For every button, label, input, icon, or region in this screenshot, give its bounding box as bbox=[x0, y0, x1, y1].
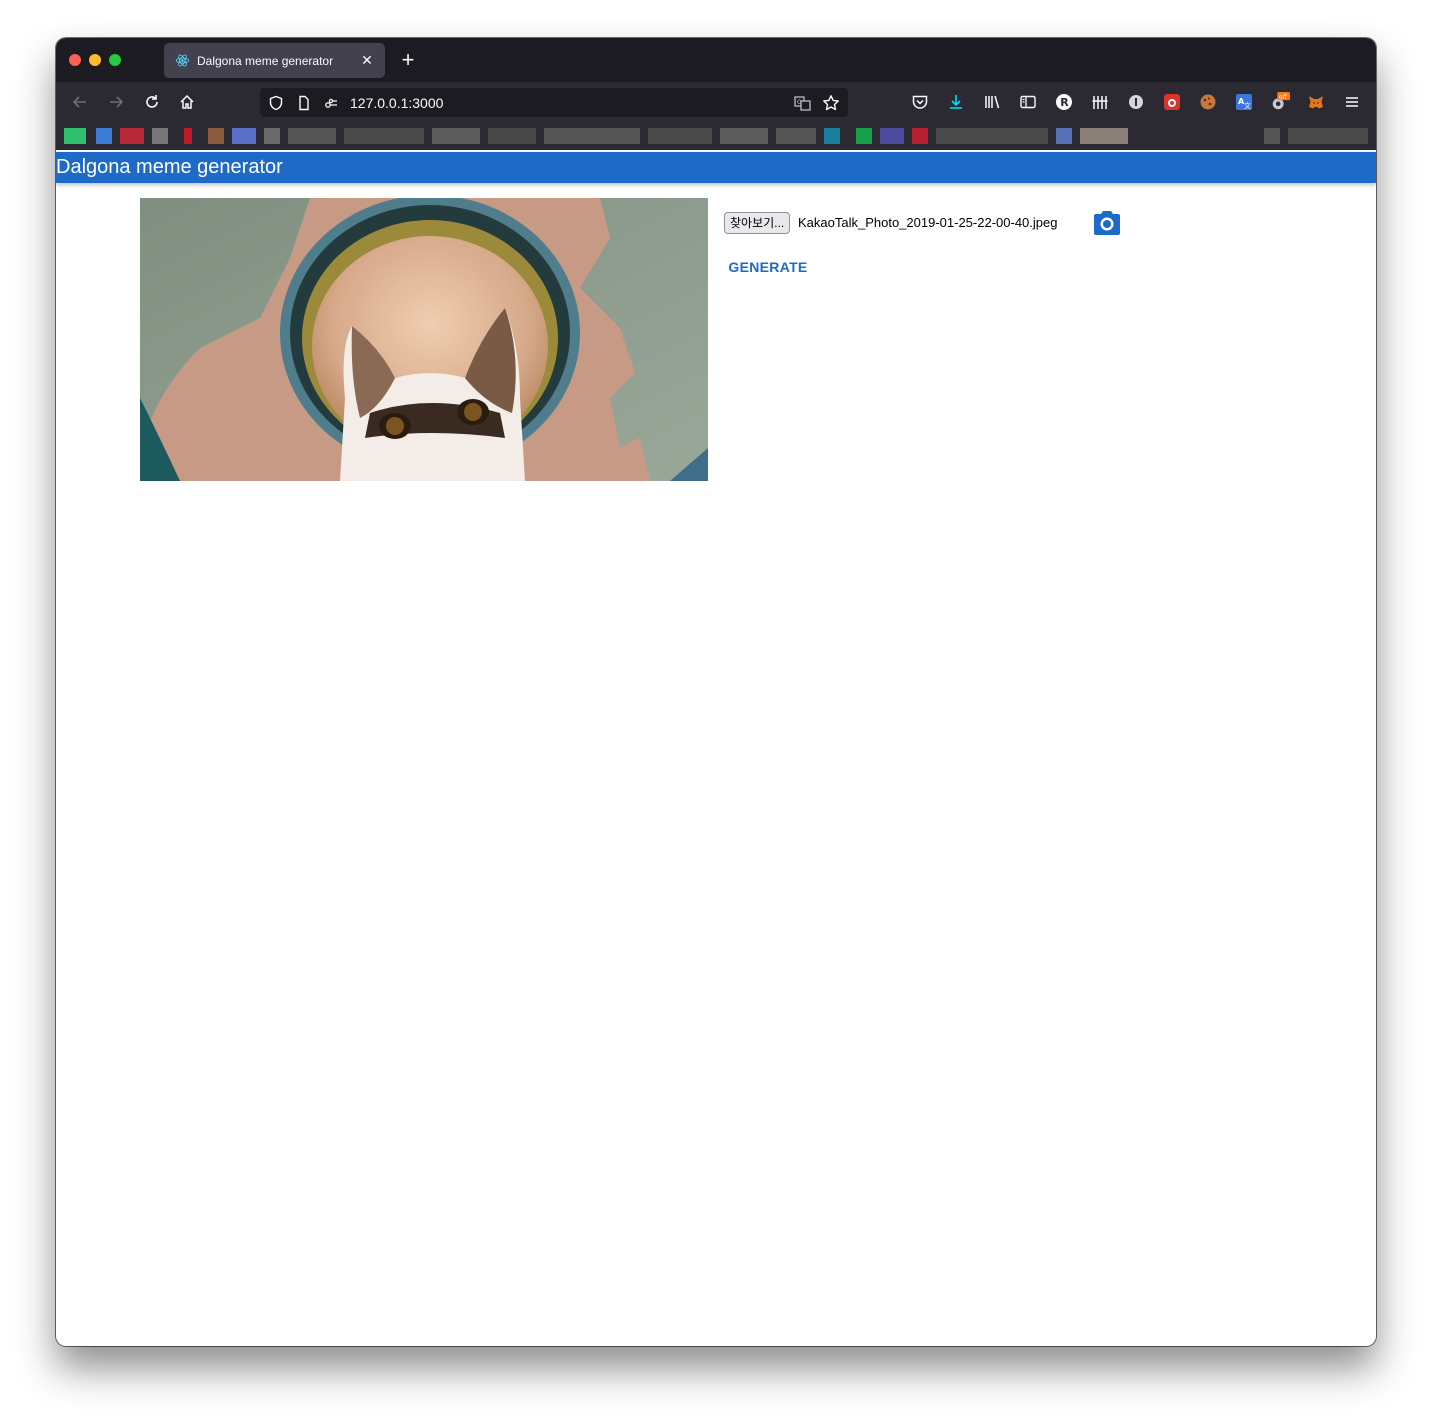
bookmark-item[interactable] bbox=[1288, 128, 1368, 144]
bookmark-item[interactable] bbox=[880, 128, 904, 144]
back-icon[interactable] bbox=[70, 92, 90, 112]
tab-title: Dalgona meme generator bbox=[197, 53, 334, 68]
bookmark-item[interactable] bbox=[64, 128, 86, 144]
cookie-icon[interactable] bbox=[1198, 92, 1218, 112]
bookmark-item[interactable] bbox=[544, 128, 640, 144]
extension-r-icon[interactable]: R bbox=[1054, 92, 1074, 112]
bookmark-item[interactable] bbox=[856, 128, 872, 144]
library-icon[interactable] bbox=[982, 92, 1002, 112]
selected-file-name: KakaoTalk_Photo_2019-01-25-22-00-40.jpeg bbox=[798, 215, 1058, 230]
bookmark-item[interactable] bbox=[232, 128, 256, 144]
reload-icon[interactable] bbox=[142, 92, 162, 112]
menu-icon[interactable] bbox=[1342, 92, 1362, 112]
app-header: Dalgona meme generator bbox=[56, 152, 1376, 183]
tab-dalgona[interactable]: Dalgona meme generator ✕ bbox=[164, 43, 385, 78]
bookmark-item[interactable] bbox=[208, 128, 224, 144]
bookmark-item[interactable] bbox=[824, 128, 840, 144]
app-title: Dalgona meme generator bbox=[56, 156, 283, 178]
svg-text:文: 文 bbox=[1244, 101, 1251, 110]
close-tab-icon[interactable]: ✕ bbox=[359, 52, 375, 69]
extension-red-icon[interactable] bbox=[1162, 92, 1182, 112]
browser-window: Dalgona meme generator ✕ + 127.0.0.1:300… bbox=[56, 38, 1376, 1346]
bookmark-item[interactable] bbox=[936, 128, 1048, 144]
bookmark-item[interactable] bbox=[344, 128, 424, 144]
extension-badge: off bbox=[1279, 94, 1288, 101]
forward-icon[interactable] bbox=[106, 92, 126, 112]
pocket-icon[interactable] bbox=[910, 92, 930, 112]
uploaded-photo bbox=[140, 198, 708, 481]
title-bar: Dalgona meme generator ✕ + bbox=[56, 38, 1376, 82]
page-icon bbox=[295, 94, 313, 112]
bookmark-item[interactable] bbox=[1264, 128, 1280, 144]
minimize-window-button[interactable] bbox=[89, 54, 101, 66]
svg-text:G: G bbox=[797, 99, 802, 106]
extension-off-icon[interactable]: off bbox=[1270, 92, 1290, 112]
star-icon[interactable] bbox=[822, 94, 840, 112]
bookmark-item[interactable] bbox=[96, 128, 112, 144]
bookmark-item[interactable] bbox=[648, 128, 712, 144]
shield-icon[interactable] bbox=[267, 94, 285, 112]
generate-button[interactable]: GENERATE bbox=[724, 254, 812, 280]
react-icon bbox=[174, 53, 190, 69]
camera-icon[interactable] bbox=[1092, 209, 1122, 236]
bookmark-item[interactable] bbox=[776, 128, 816, 144]
bookmark-item[interactable] bbox=[1056, 128, 1072, 144]
download-icon[interactable] bbox=[946, 92, 966, 112]
sidebar-icon[interactable] bbox=[1018, 92, 1038, 112]
bookmark-item[interactable] bbox=[184, 128, 192, 144]
url-text[interactable]: 127.0.0.1:3000 bbox=[350, 95, 443, 111]
maximize-window-button[interactable] bbox=[109, 54, 121, 66]
close-window-button[interactable] bbox=[69, 54, 81, 66]
bookmark-item[interactable] bbox=[120, 128, 144, 144]
navigation-toolbar: 127.0.0.1:3000 G R A 文 off bbox=[56, 82, 1376, 122]
home-icon[interactable] bbox=[177, 92, 197, 112]
extension-info-icon[interactable] bbox=[1126, 92, 1146, 112]
bookmark-item[interactable] bbox=[1080, 128, 1128, 144]
bookmark-item[interactable] bbox=[488, 128, 536, 144]
translate-icon[interactable]: G bbox=[793, 94, 811, 112]
bookmark-item[interactable] bbox=[720, 128, 768, 144]
metamask-icon[interactable] bbox=[1306, 92, 1326, 112]
permissions-icon[interactable] bbox=[322, 94, 340, 112]
svg-text:R: R bbox=[1060, 96, 1069, 109]
new-tab-button[interactable]: + bbox=[398, 49, 418, 71]
bookmarks-toolbar bbox=[56, 122, 1376, 150]
bookmark-item[interactable] bbox=[288, 128, 336, 144]
url-bar[interactable]: 127.0.0.1:3000 G bbox=[260, 88, 848, 117]
bookmark-item[interactable] bbox=[432, 128, 480, 144]
bookmark-item[interactable] bbox=[912, 128, 928, 144]
extension-bars-icon[interactable] bbox=[1090, 92, 1110, 112]
bookmark-item[interactable] bbox=[264, 128, 280, 144]
browse-file-button[interactable]: 찾아보기... bbox=[724, 212, 791, 234]
bookmark-item[interactable] bbox=[152, 128, 168, 144]
translate-ext-icon[interactable]: A文 bbox=[1234, 92, 1254, 112]
